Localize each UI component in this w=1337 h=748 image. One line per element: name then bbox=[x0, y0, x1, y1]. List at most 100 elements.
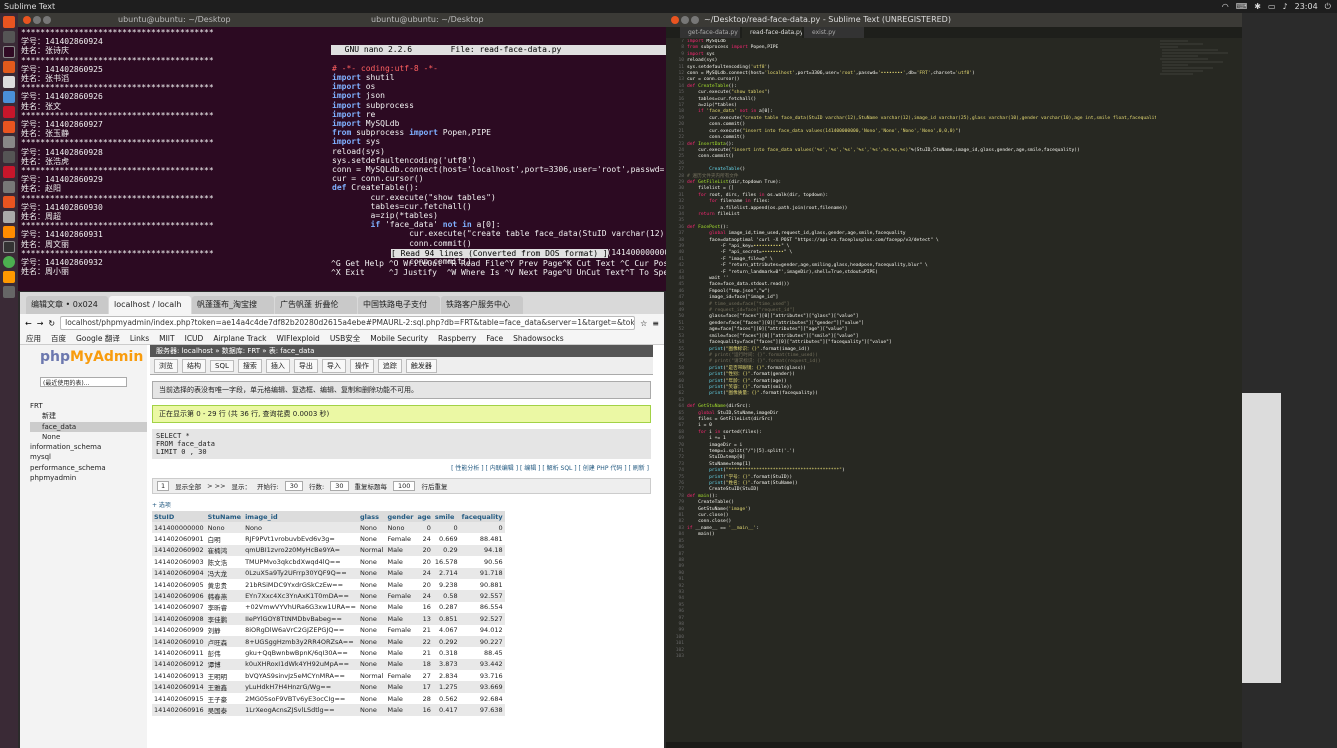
nano-code[interactable]: # -*- coding:utf-8 -*- import shutil imp… bbox=[331, 64, 666, 266]
nano-editor[interactable]: GNU nano 2.2.6 File: read-face-data.py #… bbox=[331, 27, 666, 291]
sql-tools[interactable]: [ 性能分析 ] [ 内联编辑 ] [ 编辑 ] [ 解析 SQL ] [ 创建… bbox=[150, 463, 653, 472]
pma-menu-tab[interactable]: 导出 bbox=[293, 358, 318, 373]
tree-item[interactable]: 新建 bbox=[30, 411, 147, 421]
breadcrumb[interactable]: 服务器: localhost » 数据库: FRT » 表: face_data bbox=[150, 345, 653, 357]
app-icon[interactable] bbox=[3, 166, 15, 178]
editor-tab[interactable]: get-face-data.py bbox=[680, 27, 740, 38]
firefox-icon[interactable] bbox=[3, 61, 15, 73]
column-header[interactable]: image_id bbox=[243, 511, 358, 522]
options-link[interactable]: + 选项 bbox=[152, 500, 651, 509]
bookmark-item[interactable]: Shadowsocks bbox=[513, 332, 563, 344]
pma-menu-tab[interactable]: 追踪 bbox=[377, 358, 402, 373]
sublime-icon[interactable] bbox=[3, 271, 15, 283]
browser-tab[interactable]: 铁路客户服务中心 bbox=[441, 296, 523, 314]
browser-tab[interactable]: 中国铁路电子支付 bbox=[358, 296, 440, 314]
browser-tab[interactable]: 广告帆蓬 折叠伦 bbox=[275, 296, 357, 314]
bookmark-item[interactable]: USB安全 bbox=[330, 332, 360, 344]
software-center-icon[interactable] bbox=[3, 121, 15, 133]
column-header[interactable]: StuID bbox=[152, 511, 206, 522]
pma-menu-tab[interactable]: 导入 bbox=[321, 358, 346, 373]
close-icon[interactable] bbox=[23, 16, 31, 24]
bookmark-item[interactable]: Google 翻译 bbox=[76, 332, 120, 344]
column-header[interactable]: gender bbox=[385, 511, 416, 522]
tree-item[interactable]: performance_schema bbox=[30, 463, 147, 473]
minimize-icon[interactable] bbox=[681, 16, 689, 24]
dash-icon[interactable] bbox=[3, 16, 15, 28]
app-icon[interactable] bbox=[3, 181, 15, 193]
tree-item[interactable]: FRT bbox=[30, 401, 147, 411]
pma-menu-tab[interactable]: 插入 bbox=[265, 358, 290, 373]
system-tray[interactable]: ◠ ⌨ ✱ ▭ ♪ 23:04 ⏻ bbox=[1222, 0, 1331, 13]
star-icon[interactable]: ☆ bbox=[640, 319, 647, 328]
recent-tables-select[interactable]: (最近使用的表)... bbox=[40, 377, 127, 387]
tree-item[interactable]: face_data bbox=[30, 421, 147, 432]
battery-icon[interactable]: ▭ bbox=[1268, 0, 1276, 13]
forward-icon[interactable]: → bbox=[37, 319, 44, 328]
tree-item[interactable]: None bbox=[30, 432, 147, 442]
browser-tab[interactable]: 帆蓬篷布_淘宝搜 bbox=[192, 296, 274, 314]
app-icon[interactable] bbox=[3, 211, 15, 223]
bookmark-item[interactable]: Mobile Security bbox=[370, 332, 428, 344]
browser-tab[interactable]: localhost / localh bbox=[109, 296, 191, 314]
bookmark-item[interactable]: MIIT bbox=[159, 332, 174, 344]
reload-icon[interactable]: ↻ bbox=[48, 319, 55, 328]
chrome-browser-window[interactable]: 编辑文章 • 0x024 localhost / localh 帆蓬篷布_淘宝搜 广告… bbox=[20, 292, 664, 748]
terminal-icon[interactable] bbox=[3, 46, 15, 58]
bookmark-item[interactable]: Links bbox=[130, 332, 149, 344]
code-area[interactable]: 7 8 9 10 11 12 13 14 15 16 17 18 19 20 2… bbox=[666, 39, 1156, 744]
terminal-window-2[interactable]: ubuntu@ubuntu: ~/Desktop GNU nano 2.2.6 … bbox=[331, 13, 666, 291]
minimap[interactable] bbox=[1158, 39, 1238, 99]
calc-icon[interactable] bbox=[3, 91, 15, 103]
bookmark-item[interactable]: WIFIexploid bbox=[276, 332, 319, 344]
bluetooth-icon[interactable]: ✱ bbox=[1254, 0, 1261, 13]
back-icon[interactable]: ← bbox=[25, 319, 32, 328]
column-header[interactable]: age bbox=[415, 511, 433, 522]
pma-menu-tab[interactable]: 搜索 bbox=[237, 358, 262, 373]
menu-icon[interactable]: ≡ bbox=[652, 319, 659, 328]
window-titlebar[interactable]: ~/Desktop/read-face-data.py - Sublime Te… bbox=[666, 13, 1242, 27]
app-icon[interactable] bbox=[3, 196, 15, 208]
keyboard-icon[interactable]: ⌨ bbox=[1236, 0, 1248, 13]
pma-menu-tab[interactable]: 浏览 bbox=[154, 358, 178, 373]
column-header[interactable]: StuName bbox=[205, 511, 244, 522]
clock[interactable]: 23:04 bbox=[1295, 0, 1318, 13]
bookmark-item[interactable]: Face bbox=[486, 332, 503, 344]
terminal-output[interactable]: ****************************************… bbox=[18, 27, 331, 291]
bookmark-item[interactable]: ICUD bbox=[185, 332, 204, 344]
power-icon[interactable]: ⏻ bbox=[1325, 0, 1331, 13]
chrome-icon[interactable] bbox=[3, 256, 15, 268]
minimize-icon[interactable] bbox=[33, 16, 41, 24]
next-page-button[interactable]: > >> bbox=[207, 482, 225, 490]
tree-item[interactable]: information_schema bbox=[30, 442, 147, 452]
settings-icon[interactable] bbox=[3, 136, 15, 148]
maximize-icon[interactable] bbox=[691, 16, 699, 24]
writer-icon[interactable] bbox=[3, 76, 15, 88]
bookmark-item[interactable]: 应用 bbox=[26, 332, 41, 344]
window-titlebar[interactable]: ubuntu@ubuntu: ~/Desktop bbox=[18, 13, 331, 27]
window-titlebar[interactable]: ubuntu@ubuntu: ~/Desktop bbox=[331, 13, 666, 27]
app-icon[interactable] bbox=[3, 226, 15, 238]
trash-icon[interactable] bbox=[3, 286, 15, 298]
start-row-input[interactable]: 30 bbox=[284, 481, 304, 491]
column-header[interactable]: smile bbox=[432, 511, 460, 522]
url-input[interactable]: localhost/phpmyadmin/index.php?token=ae1… bbox=[60, 316, 636, 330]
code-text[interactable]: import MySQLdb from subprocess import Po… bbox=[687, 39, 1156, 539]
terminal-window-1[interactable]: ubuntu@ubuntu: ~/Desktop ***************… bbox=[18, 13, 331, 291]
tree-item[interactable]: mysql bbox=[30, 452, 147, 462]
pma-menu-tab[interactable]: 结构 bbox=[182, 358, 206, 373]
pma-menu-tab[interactable]: 触发器 bbox=[405, 358, 437, 373]
headers-input[interactable]: 100 bbox=[393, 481, 416, 491]
maximize-icon[interactable] bbox=[43, 16, 51, 24]
bookmark-item[interactable]: Airplane Track bbox=[213, 332, 266, 344]
column-header[interactable]: facequality bbox=[459, 511, 505, 522]
browser-tab[interactable]: 编辑文章 • 0x024 bbox=[26, 296, 108, 314]
impress-icon[interactable] bbox=[3, 106, 15, 118]
sublime-window[interactable]: ~/Desktop/read-face-data.py - Sublime Te… bbox=[666, 13, 1242, 748]
tree-item[interactable]: phpmyadmin bbox=[30, 473, 147, 483]
page-select[interactable]: 1 bbox=[157, 481, 170, 491]
terminal-icon[interactable] bbox=[3, 241, 15, 253]
pma-menu-tab[interactable]: SQL bbox=[210, 359, 234, 372]
show-all-button[interactable]: 显示全部 bbox=[175, 481, 201, 491]
pma-menu-tab[interactable]: 操作 bbox=[349, 358, 374, 373]
editor-tab[interactable]: read-face-data.py bbox=[742, 27, 802, 38]
